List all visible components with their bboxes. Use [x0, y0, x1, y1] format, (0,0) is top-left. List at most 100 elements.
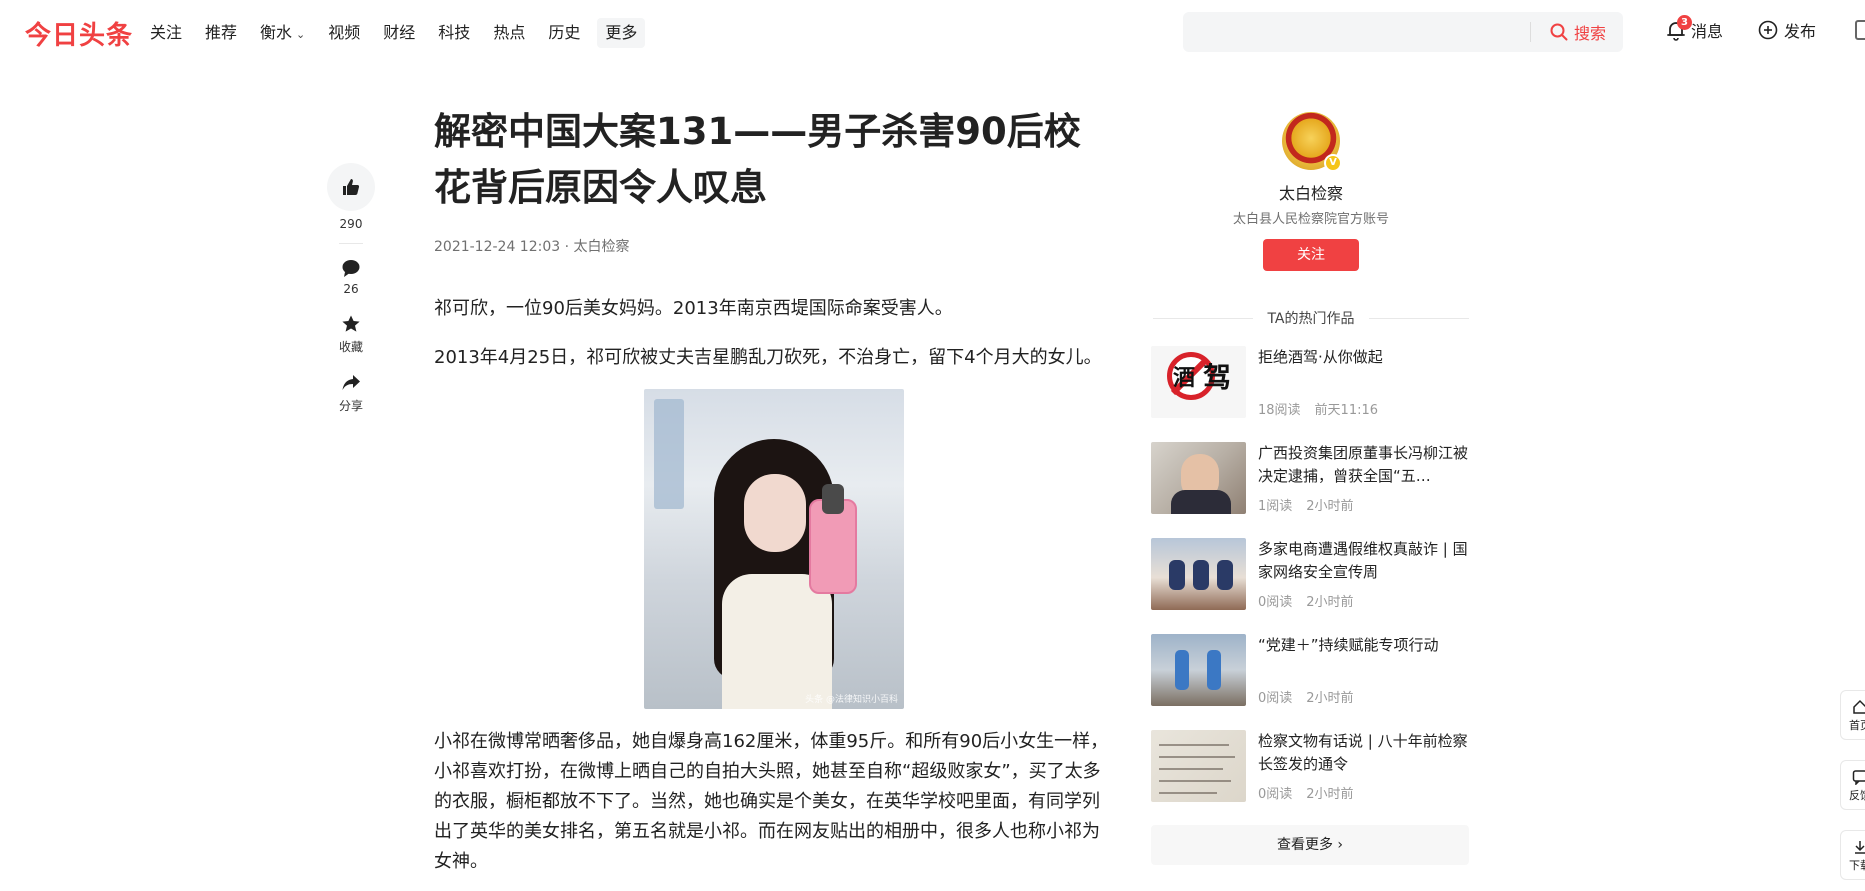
search-icon [1550, 23, 1568, 41]
photo-watermark: 头条 @法律知识小百科 [805, 695, 898, 705]
thumbnail-handwriting-line [1159, 792, 1217, 794]
hot-item-stats: 0阅读 2小时前 [1258, 591, 1354, 610]
messages-badge: 3 [1677, 15, 1692, 30]
search-input[interactable] [1195, 20, 1535, 44]
list-item[interactable]: 酒 驾 拒绝酒驾·从你做起 18阅读 前天11:16 [1151, 346, 1469, 442]
hot-works-heading: TA的热门作品 [1153, 308, 1469, 328]
hot-item-time: 2小时前 [1306, 691, 1354, 706]
like-count: 290 [339, 217, 363, 231]
nav-item-follow[interactable]: 关注 [150, 18, 182, 48]
toutiao-logo[interactable]: 今日头条 [25, 15, 133, 52]
float-download-label: 下载 [1849, 859, 1865, 872]
hot-item-reads: 18阅读 [1258, 403, 1301, 418]
search-button-label: 搜索 [1574, 24, 1607, 43]
article-paragraph: 小祁在微博常晒奢侈品，她自爆身高162厘米，体重95斤。和所有90后小女生一样，… [434, 731, 1109, 872]
like-button[interactable] [327, 163, 375, 211]
search-divider [1530, 22, 1531, 42]
thumbnail-glyph: 酒 [1173, 366, 1196, 391]
photo-face-shape [744, 474, 806, 552]
hot-item-stats: 1阅读 2小时前 [1258, 495, 1354, 514]
top-navigation-bar: 今日头条 关注 推荐 衡水 ⌄ 视频 财经 科技 热点 历史 更多 搜索 3 消息… [0, 0, 1865, 64]
article-photo[interactable]: 头条 @法律知识小百科 [644, 389, 904, 709]
hot-item-body: “党建＋”持续赋能专项行动 0阅读 2小时前 [1258, 634, 1469, 706]
hot-item-title: 拒绝酒驾·从你做起 [1258, 348, 1383, 366]
thumbs-up-icon [343, 179, 360, 195]
thumbnail-suit-shape [1171, 490, 1231, 514]
hot-item-stats: 0阅读 2小时前 [1258, 783, 1354, 802]
hot-item-thumbnail [1151, 730, 1246, 802]
author-avatar[interactable]: V [1282, 112, 1342, 172]
thumbnail-person-shape [1193, 560, 1209, 590]
hot-item-time: 2小时前 [1306, 499, 1354, 514]
comment-button[interactable]: 26 [341, 258, 361, 296]
follow-button[interactable]: 关注 [1263, 239, 1359, 271]
list-item[interactable]: “党建＋”持续赋能专项行动 0阅读 2小时前 [1151, 634, 1469, 730]
bell-icon: 3 [1665, 15, 1692, 41]
float-home-label: 首页 [1849, 719, 1865, 732]
thumbnail-handwriting-line [1159, 744, 1229, 746]
hot-item-body: 拒绝酒驾·从你做起 18阅读 前天11:16 [1258, 346, 1469, 418]
verified-badge: V [1324, 154, 1342, 172]
app-download-icon[interactable] [1855, 20, 1865, 40]
hot-item-reads: 0阅读 [1258, 595, 1293, 610]
messages-button[interactable]: 3 消息 [1665, 15, 1723, 42]
home-icon [1853, 699, 1865, 714]
nav-item-local-city-label: 衡水 [260, 23, 293, 42]
float-download-button[interactable]: 下载 [1840, 830, 1865, 880]
list-item[interactable]: 检察文物有话说 | 八十年前检察长签发的通令 0阅读 2小时前 [1151, 730, 1469, 826]
nav-item-tech[interactable]: 科技 [438, 18, 470, 48]
float-feedback-button[interactable]: 反馈 [1840, 760, 1865, 810]
channel-nav: 关注 推荐 衡水 ⌄ 视频 财经 科技 热点 历史 更多 [150, 18, 668, 48]
list-item[interactable]: 多家电商遭遇假维权真敲诈 | 国家网络安全宣传周 0阅读 2小时前 [1151, 538, 1469, 634]
star-icon [342, 315, 360, 332]
hot-item-thumbnail [1151, 442, 1246, 514]
hot-item-time: 2小时前 [1306, 595, 1354, 610]
comment-icon [342, 260, 360, 277]
heading-divider-right [1369, 318, 1469, 319]
hot-item-title: 广西投资集团原董事长冯柳江被决定逮捕，曾获全国“五… [1258, 444, 1469, 485]
nav-item-local-city[interactable]: 衡水 ⌄ [260, 18, 305, 48]
hot-item-stats: 18阅读 前天11:16 [1258, 399, 1378, 418]
comment-count: 26 [343, 282, 359, 296]
feedback-icon [1852, 770, 1865, 785]
hot-item-body: 检察文物有话说 | 八十年前检察长签发的通令 0阅读 2小时前 [1258, 730, 1469, 802]
download-icon [1855, 841, 1865, 854]
list-item[interactable]: 广西投资集团原董事长冯柳江被决定逮捕，曾获全国“五… 1阅读 2小时前 [1151, 442, 1469, 538]
publish-label: 发布 [1784, 22, 1817, 41]
article-image-container: 头条 @法律知识小百科 [434, 389, 1114, 709]
hot-item-thumbnail [1151, 634, 1246, 706]
nav-more-button[interactable]: 更多 [597, 18, 646, 48]
article-title: 解密中国大案131——男子杀害90后校花背后原因令人叹息 [434, 110, 1081, 209]
chevron-down-icon: ⌄ [296, 28, 306, 41]
photo-camera-shape [822, 484, 844, 514]
photo-mirror-shape [654, 399, 684, 509]
share-button[interactable]: 分享 [339, 373, 363, 414]
nav-item-history[interactable]: 历史 [548, 18, 580, 48]
hot-item-body: 广西投资集团原董事长冯柳江被决定逮捕，曾获全国“五… 1阅读 2小时前 [1258, 442, 1469, 514]
publish-button[interactable]: 发布 [1758, 18, 1816, 42]
author-card: V 太白检察 太白县人民检察院官方账号 关注 [1153, 112, 1469, 271]
photo-dress-shape [722, 574, 832, 709]
nav-item-video[interactable]: 视频 [328, 18, 360, 48]
hot-item-thumbnail [1151, 538, 1246, 610]
see-more-button[interactable]: 查看更多 › [1151, 825, 1469, 865]
favorite-button[interactable]: 收藏 [339, 314, 363, 355]
thumbnail-person-shape [1169, 560, 1185, 590]
thumbnail-handwriting-line [1159, 768, 1223, 770]
nav-item-recommend[interactable]: 推荐 [205, 18, 237, 48]
thumbnail-person-shape [1175, 650, 1189, 690]
float-home-button[interactable]: 首页 [1840, 690, 1865, 740]
author-name[interactable]: 太白检察 [1279, 180, 1343, 204]
nav-item-hot[interactable]: 热点 [493, 18, 525, 48]
hot-works-list: 酒 驾 拒绝酒驾·从你做起 18阅读 前天11:16 广西投资集团原董事长冯柳江被… [1151, 346, 1469, 826]
thumbnail-glyph: 驾 [1203, 361, 1232, 394]
float-feedback-label: 反馈 [1849, 789, 1865, 802]
article-meta: 2021-12-24 12:03 · 太白检察 [434, 239, 630, 255]
hot-item-reads: 0阅读 [1258, 787, 1293, 802]
hot-item-title: 检察文物有话说 | 八十年前检察长签发的通令 [1258, 732, 1468, 773]
nav-item-finance[interactable]: 财经 [383, 18, 415, 48]
search-button[interactable]: 搜索 [1550, 20, 1606, 44]
author-description: 太白县人民检察院官方账号 [1232, 212, 1389, 227]
share-icon [342, 375, 360, 390]
article-paragraph: 2013年4月25日，祁可欣被丈夫吉星鹏乱刀砍死，不治身亡，留下4个月大的女儿。 [434, 347, 1102, 368]
